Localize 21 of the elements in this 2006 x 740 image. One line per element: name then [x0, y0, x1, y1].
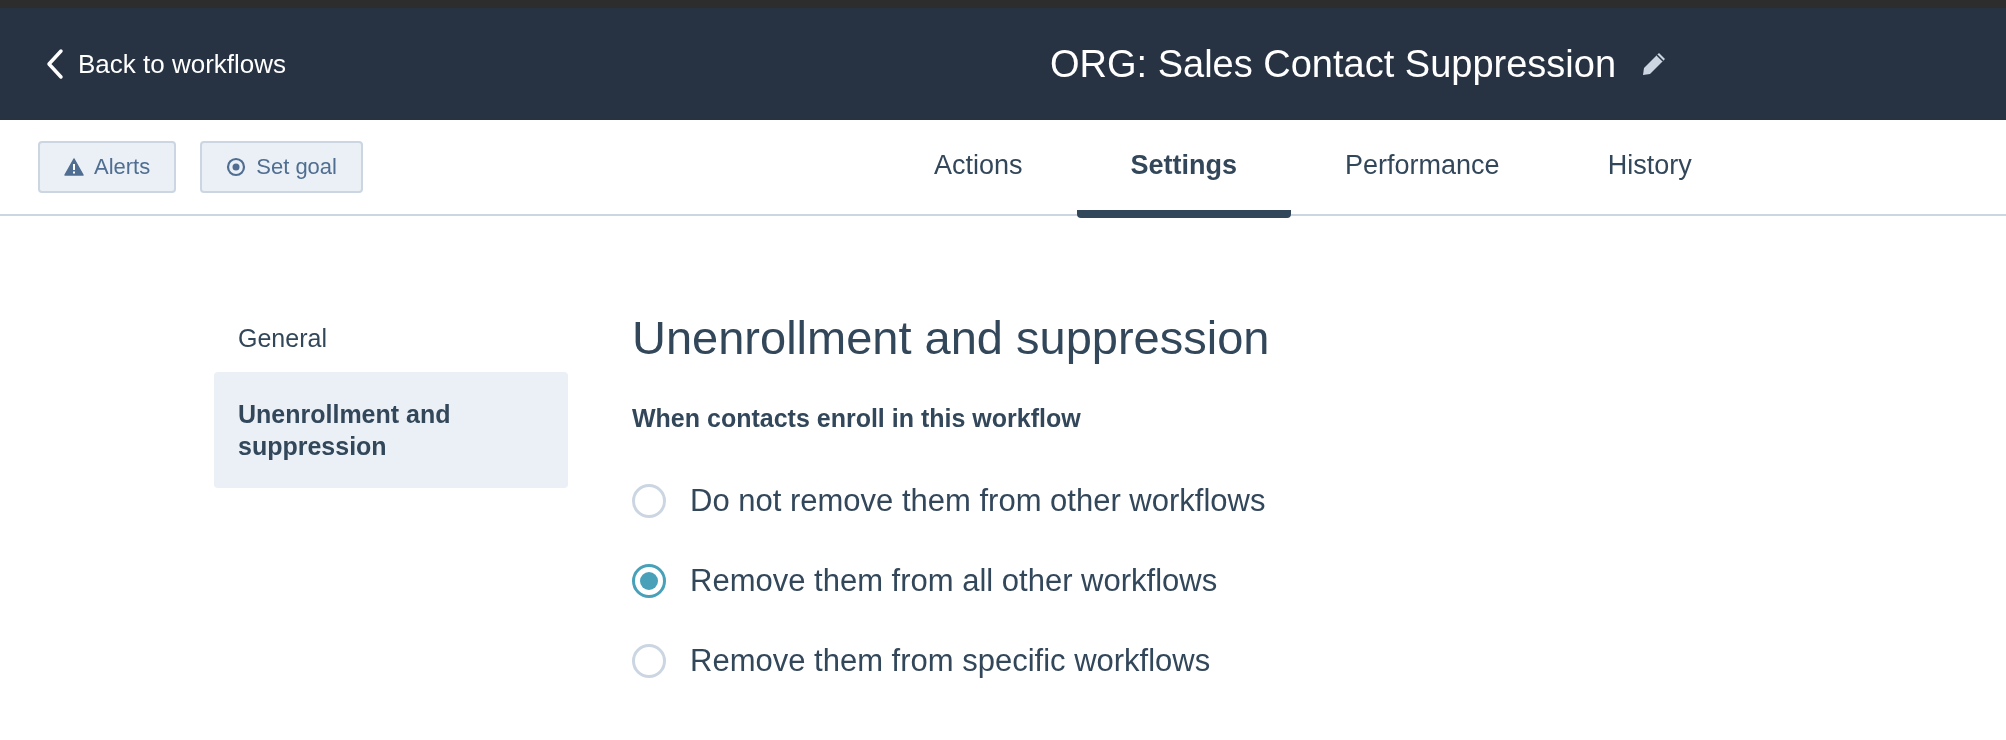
- sidebar-item[interactable]: General: [214, 308, 568, 368]
- set-goal-button[interactable]: Set goal: [200, 141, 363, 193]
- radio-button[interactable]: [632, 644, 666, 678]
- section-heading: Unenrollment and suppression: [632, 310, 1270, 366]
- radio-button[interactable]: [632, 484, 666, 518]
- workflow-title: ORG: Sales Contact Suppression: [1050, 42, 1617, 86]
- back-link[interactable]: Back to workflows: [46, 48, 1050, 80]
- option-label[interactable]: Remove them from specific workflows: [690, 643, 1211, 679]
- option-label[interactable]: Do not remove them from other workflows: [690, 483, 1266, 519]
- option-label[interactable]: Remove them from all other workflows: [690, 563, 1218, 599]
- warning-icon: [64, 158, 84, 176]
- radio-button[interactable]: [632, 564, 666, 598]
- tab[interactable]: Performance: [1291, 120, 1554, 218]
- target-icon: [226, 157, 247, 177]
- tab[interactable]: History: [1553, 120, 1746, 218]
- tab[interactable]: Actions: [880, 120, 1077, 218]
- sidebar-item[interactable]: Unenrollment and suppression: [214, 372, 568, 488]
- chevron-left-icon: [46, 48, 64, 80]
- tab[interactable]: Settings: [1076, 120, 1292, 218]
- alerts-button[interactable]: Alerts: [38, 141, 177, 193]
- question-label: When contacts enroll in this workflow: [632, 404, 1082, 433]
